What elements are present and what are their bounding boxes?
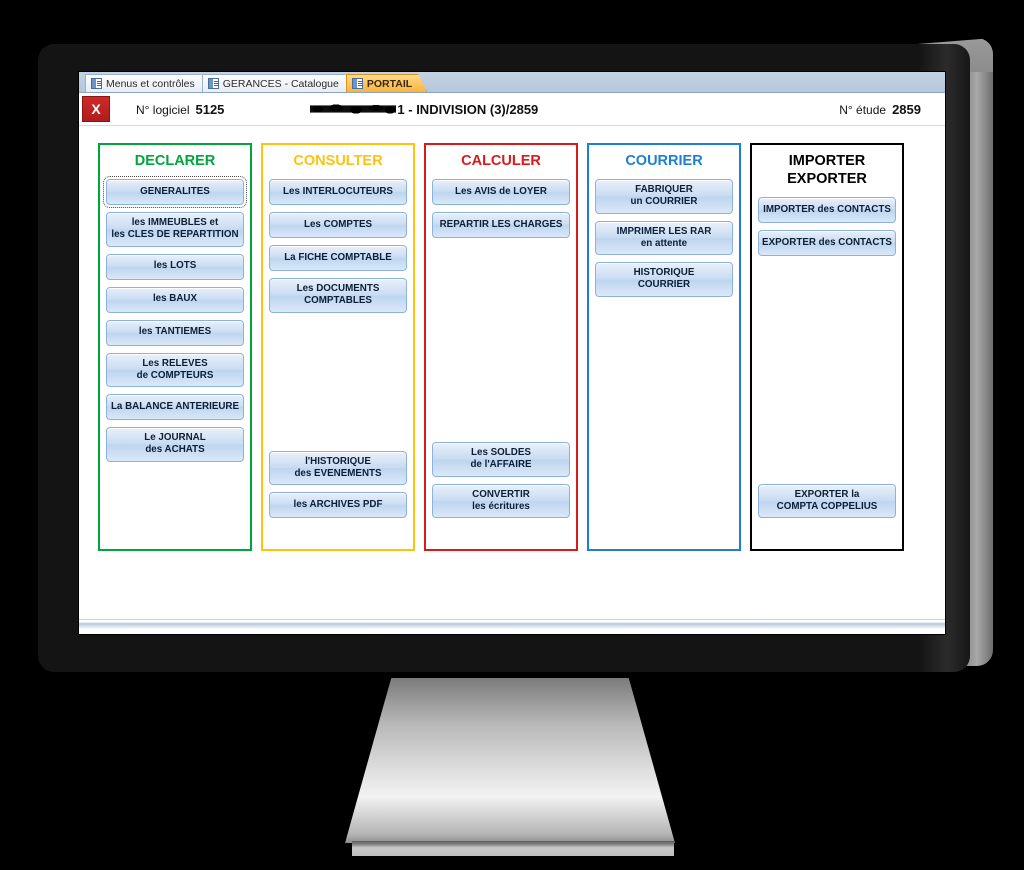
menu-button[interactable]: La FICHE COMPTABLE [269, 245, 407, 272]
computer-monitor: Menus et contrôles GERANCES - Catalogue … [38, 38, 993, 678]
panel-consulter: CONSULTER Les INTERLOCUTEURS Les COMPTES La… [261, 143, 415, 551]
form-icon [352, 78, 363, 89]
menu-button[interactable]: Les SOLDES de l'AFFAIRE [432, 442, 570, 477]
panel-title: CALCULER [461, 153, 541, 169]
study-number-value: 2859 [892, 101, 921, 117]
document-tab-bar: Menus et contrôles GERANCES - Catalogue … [79, 72, 945, 93]
menu-button[interactable]: CONVERTIR les écritures [432, 483, 570, 518]
software-number-value: 5125 [195, 101, 225, 117]
menu-button[interactable]: GENERALITES [103, 176, 247, 209]
menu-button[interactable]: IMPRIMER LES RAR en attente [595, 220, 733, 256]
form-icon [208, 78, 219, 89]
menu-button[interactable]: Les AVIS de LOYER [432, 179, 570, 206]
panel-calculer: CALCULER Les AVIS de LOYER REPARTIR LES CH… [424, 143, 578, 551]
menu-button[interactable]: FABRIQUER un COURRIER [595, 179, 733, 214]
study-number-label: N° étude [839, 102, 887, 117]
menu-button[interactable]: La BALANCE ANTERIEURE [106, 394, 244, 421]
redaction-mark [310, 103, 397, 115]
menu-button[interactable]: Les RELEVES de COMPTEURS [106, 352, 244, 388]
menu-button[interactable]: Les DOCUMENTS COMPTABLES [269, 278, 407, 313]
monitor-stand-neck [345, 678, 675, 843]
monitor-screen: Menus et contrôles GERANCES - Catalogue … [79, 72, 945, 634]
form-icon [91, 78, 102, 89]
page-title: 1 - INDIVISION (3)/2859 [310, 102, 538, 117]
status-bar [79, 619, 945, 629]
menu-button[interactable]: Les INTERLOCUTEURS [269, 179, 407, 206]
doc-tab-portail[interactable]: PORTAIL [346, 74, 427, 92]
panel-title: COURRIER [625, 153, 703, 169]
software-number-group: N° logiciel 5125 [136, 102, 224, 117]
menu-button[interactable]: Le JOURNAL des ACHATS [106, 427, 244, 462]
study-number-group: N° étude 2859 [839, 102, 921, 117]
menu-button[interactable]: l'HISTORIQUE des EVENEMENTS [269, 450, 407, 485]
panel-courrier: COURRIER FABRIQUER un COURRIER IMPRIMER LE… [587, 143, 741, 551]
close-button[interactable]: X [82, 96, 110, 122]
page-title-text: 1 - INDIVISION (3)/2859 [397, 101, 539, 117]
doc-tab-label: PORTAIL [366, 77, 413, 90]
menu-button[interactable]: IMPORTER des CONTACTS [758, 197, 896, 224]
app-header: X N° logiciel 5125 1 - INDIVISION (3)/28… [79, 93, 945, 126]
doc-tab-label: GERANCES - Catalogue [222, 77, 339, 90]
doc-tab-menus-et-controles[interactable]: Menus et contrôles [85, 74, 210, 92]
menu-button[interactable]: EXPORTER la COMPTA COPPELIUS [758, 483, 896, 518]
menu-button[interactable]: les LOTS [106, 253, 244, 280]
monitor-stand-base [352, 841, 674, 856]
panel-title: DECLARER [134, 153, 216, 169]
doc-tab-label: Menus et contrôles [106, 77, 195, 90]
menu-button[interactable]: les ARCHIVES PDF [269, 492, 407, 518]
menu-button[interactable]: REPARTIR LES CHARGES [432, 212, 570, 239]
panel-importer-exporter: IMPORTER EXPORTER IMPORTER des CONTACTS EX… [750, 143, 904, 551]
menu-button[interactable]: les TANTIEMES [106, 319, 244, 346]
panel-title: CONSULTER [293, 153, 383, 169]
menu-button[interactable]: les IMMEUBLES et les CLES DE REPARTITION [106, 212, 244, 247]
menu-panels: DECLARER GENERALITES les IMMEUBLES et les … [79, 143, 945, 551]
screenshot-stage: Menus et contrôles GERANCES - Catalogue … [0, 0, 1024, 870]
panel-title: IMPORTER EXPORTER [787, 153, 867, 188]
panel-declarer: DECLARER GENERALITES les IMMEUBLES et les … [98, 143, 252, 551]
menu-button[interactable]: EXPORTER des CONTACTS [758, 230, 896, 257]
menu-button[interactable]: les BAUX [106, 286, 244, 313]
app-body: DECLARER GENERALITES les IMMEUBLES et les … [79, 126, 945, 629]
menu-button[interactable]: HISTORIQUE COURRIER [595, 262, 733, 297]
menu-button[interactable]: Les COMPTES [269, 212, 407, 239]
software-number-label: N° logiciel [136, 102, 190, 117]
doc-tab-gerances-catalogue[interactable]: GERANCES - Catalogue [202, 74, 354, 92]
